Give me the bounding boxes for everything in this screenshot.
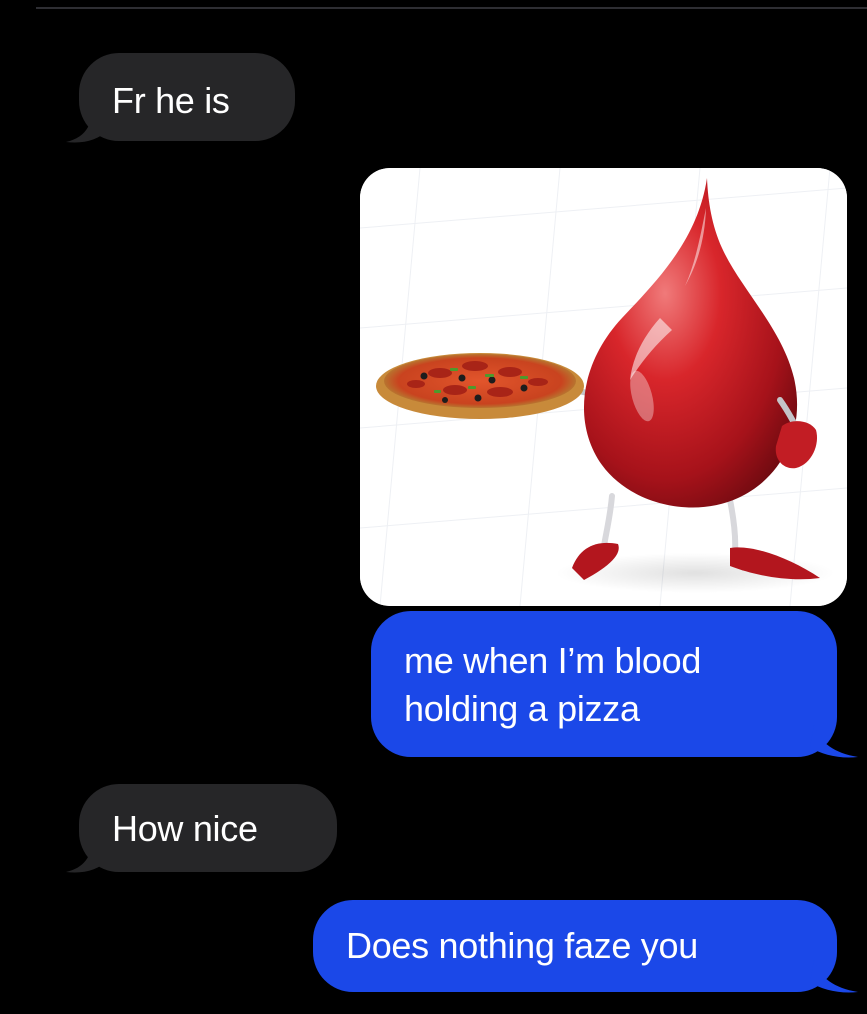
message-text-line-2: holding a pizza [404, 688, 640, 729]
sent-bubble-tail [810, 960, 858, 993]
sent-message-bubble[interactable]: Does nothing faze you [313, 900, 837, 992]
message-text-line-1: me when I’m blood [404, 640, 702, 681]
sent-image-message[interactable] [360, 168, 847, 606]
received-bubble-tail [66, 840, 108, 873]
sent-message-bubble[interactable]: me when I’m blood holding a pizza [371, 611, 837, 757]
sent-bubble-tail [810, 725, 858, 758]
message-text: How nice [112, 808, 258, 849]
blood-drop-pizza-image [360, 168, 847, 606]
received-bubble-tail [66, 110, 108, 143]
message-text: Does nothing faze you [346, 925, 698, 966]
received-message-bubble[interactable]: How nice [79, 784, 337, 872]
message-text: Fr he is [112, 80, 230, 121]
top-divider [36, 7, 867, 9]
